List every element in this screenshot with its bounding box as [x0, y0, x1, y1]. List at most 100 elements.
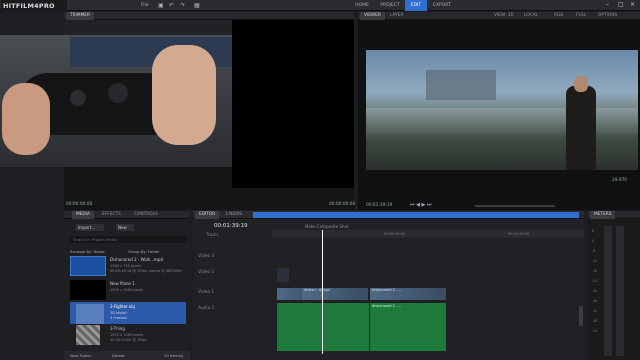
make-composite-button[interactable]: Make Composite Shot [305, 224, 349, 229]
trimmer-header: TRIMMER [64, 12, 354, 20]
track-video-3: Video 3 [198, 254, 215, 259]
editor-timecode: 00:01:39:19 [214, 223, 248, 229]
grid-icon[interactable]: ▦ [194, 2, 200, 9]
viewer-frame [366, 50, 638, 170]
media-item-sub: 00:09:46:16 @ 30fps, stereo @ 48000Hz [110, 269, 182, 273]
distant-city [426, 70, 496, 100]
meter-tick: -30 [592, 289, 598, 293]
media-item-selected[interactable]: 3-Fighter.obj 3D Model 3 meshes [70, 302, 186, 324]
tab-project[interactable]: PROJECT [376, 0, 404, 11]
meter-tick: -18 [592, 269, 598, 273]
media-item[interactable]: Dishonored 2 - Walk...mp4 1280 x 720 pix… [70, 256, 186, 280]
character [566, 86, 596, 170]
playhead[interactable] [322, 230, 323, 354]
trimmer-time-out: 00:00:00:00 [329, 202, 356, 207]
audio-clip[interactable]: dishonored 2 - ... [370, 303, 446, 351]
playback-controls[interactable]: ⏮ ◀ ▶ ⏭ [410, 202, 431, 208]
view-dropdown[interactable]: VIEW: 3D [490, 12, 518, 20]
media-header: MEDIA EFFECTS CONTROLS [64, 211, 190, 219]
zoom-dropdown[interactable]: FULL [572, 12, 590, 20]
ruler-mark: 00:00:45:00 [384, 232, 406, 236]
tab-editor[interactable]: EDITOR [195, 211, 220, 219]
meter-tick: 6 [592, 229, 595, 233]
media-thumb [76, 304, 104, 324]
tab-viewer[interactable]: VIEWER [360, 12, 385, 20]
media-thumb [70, 256, 106, 276]
trimmer-black-area [232, 20, 354, 188]
new-folder-button[interactable]: New Folder [70, 353, 91, 358]
media-footer: New Folder Delete 10 Item(s) [64, 351, 190, 360]
tab-trimmer[interactable]: TRIMMER [66, 12, 94, 20]
meter-tick: -12 [592, 259, 598, 263]
delete-button[interactable]: Delete [112, 353, 124, 358]
tab-export[interactable]: EXPORT [428, 0, 456, 11]
maximize-icon[interactable]: □ [618, 1, 624, 8]
tab-edit[interactable]: EDIT [405, 0, 427, 11]
arrange-dropdown[interactable]: Arrange By: Name [70, 249, 105, 254]
top-bar: HITFILM4PRO File ▣ ↶ ↷ ▦ HOME PROJECT ED… [0, 0, 640, 11]
media-item-sub: 00:00:10:00 @ 30fps [110, 338, 147, 342]
media-item-name: New Plane 1 [110, 281, 135, 286]
coord-dropdown[interactable]: LOCAL [520, 12, 542, 20]
meter-tick: -42 [592, 309, 598, 313]
media-search-input[interactable]: Search in Project Media [70, 236, 186, 243]
timeline-ruler[interactable]: 00:00:45:00 00:01:30:00 [272, 230, 584, 238]
meter-scale: 6 0 -6 -12 -18 -24 -30 -36 -42 -48 -54 [592, 226, 602, 336]
media-item[interactable]: New Plane 1 1920 x 1080 pixels [70, 280, 186, 302]
undo-icon[interactable]: ↶ [169, 2, 174, 9]
close-icon[interactable]: × [630, 1, 635, 8]
media-item-name: 3-Thing [110, 326, 125, 331]
thumbstick [70, 90, 86, 106]
editor-header: EDITOR 3 NEWS [193, 211, 584, 219]
video-clip[interactable]: dishon...d.mp4 [302, 288, 368, 300]
clip-label: dishonored 2 - ... [372, 288, 402, 292]
media-item-sub: 3 meshes [110, 316, 127, 320]
media-thumb [70, 280, 106, 300]
meter-left [604, 226, 612, 356]
options-dropdown[interactable]: OPTIONS [594, 12, 621, 20]
character-head [574, 76, 588, 92]
video-clip[interactable]: dishonored 2 - ... [370, 288, 446, 300]
media-item-name: 3-Fighter.obj [110, 304, 135, 309]
tab-controls[interactable]: CONTROLS [130, 211, 162, 219]
meter-tick: -24 [592, 279, 598, 283]
media-thumb [76, 325, 100, 345]
media-item-name: Dishonored 2 - Walk...mp4 [110, 257, 163, 262]
audio-clip[interactable] [277, 303, 369, 351]
meter-tick: -6 [592, 249, 596, 253]
tab-media[interactable]: MEDIA [72, 211, 94, 219]
media-item-sub: 1920 x 1080 pixels [110, 288, 144, 292]
menu-file[interactable]: File [141, 3, 149, 8]
track-audio-1: Audio 1 [198, 306, 215, 311]
editor-scrollbar[interactable] [579, 306, 583, 326]
right-hand [152, 45, 216, 145]
import-button[interactable]: Import... [76, 224, 104, 231]
new-button[interactable]: New [116, 224, 134, 231]
minimize-icon[interactable]: – [606, 1, 609, 8]
trimmer-video [0, 35, 232, 167]
viewer-scrubber[interactable] [475, 205, 555, 207]
media-item-sub: 1920 x 1080 pixels [110, 333, 144, 337]
redo-icon[interactable]: ↷ [180, 2, 185, 9]
save-icon[interactable]: ▣ [158, 2, 164, 9]
meters-header: METERS [588, 211, 640, 219]
left-hand [2, 83, 50, 155]
small-clip[interactable] [277, 268, 289, 282]
track-video-1: Video 1 [198, 290, 215, 295]
viewer-header: VIEWER LAYER VIEW: 3D LOCAL RGB FULL OPT… [358, 12, 640, 20]
meter-tick: -54 [592, 329, 598, 333]
media-item[interactable]: 3-Thing 1920 x 1080 pixels 00:00:10:00 @… [70, 325, 186, 347]
tab-layer[interactable]: LAYER [386, 12, 407, 20]
media-item-sub: 3D Model [110, 311, 127, 315]
meter-tick: -36 [592, 299, 598, 303]
tab-meters[interactable]: METERS [590, 211, 616, 219]
group-dropdown[interactable]: Group By: Folder [128, 249, 160, 254]
tab-news[interactable]: 3 NEWS [221, 211, 246, 219]
tracks-label: Tracks [206, 232, 219, 237]
tab-home[interactable]: HOME [348, 0, 376, 11]
tab-effects[interactable]: EFFECTS [98, 211, 125, 219]
channel-dropdown[interactable]: RGB [550, 12, 567, 20]
viewer-fps: 29.970 [612, 178, 628, 183]
bridge [366, 108, 638, 134]
media-item-sub: 1280 x 720 pixels [110, 264, 142, 268]
